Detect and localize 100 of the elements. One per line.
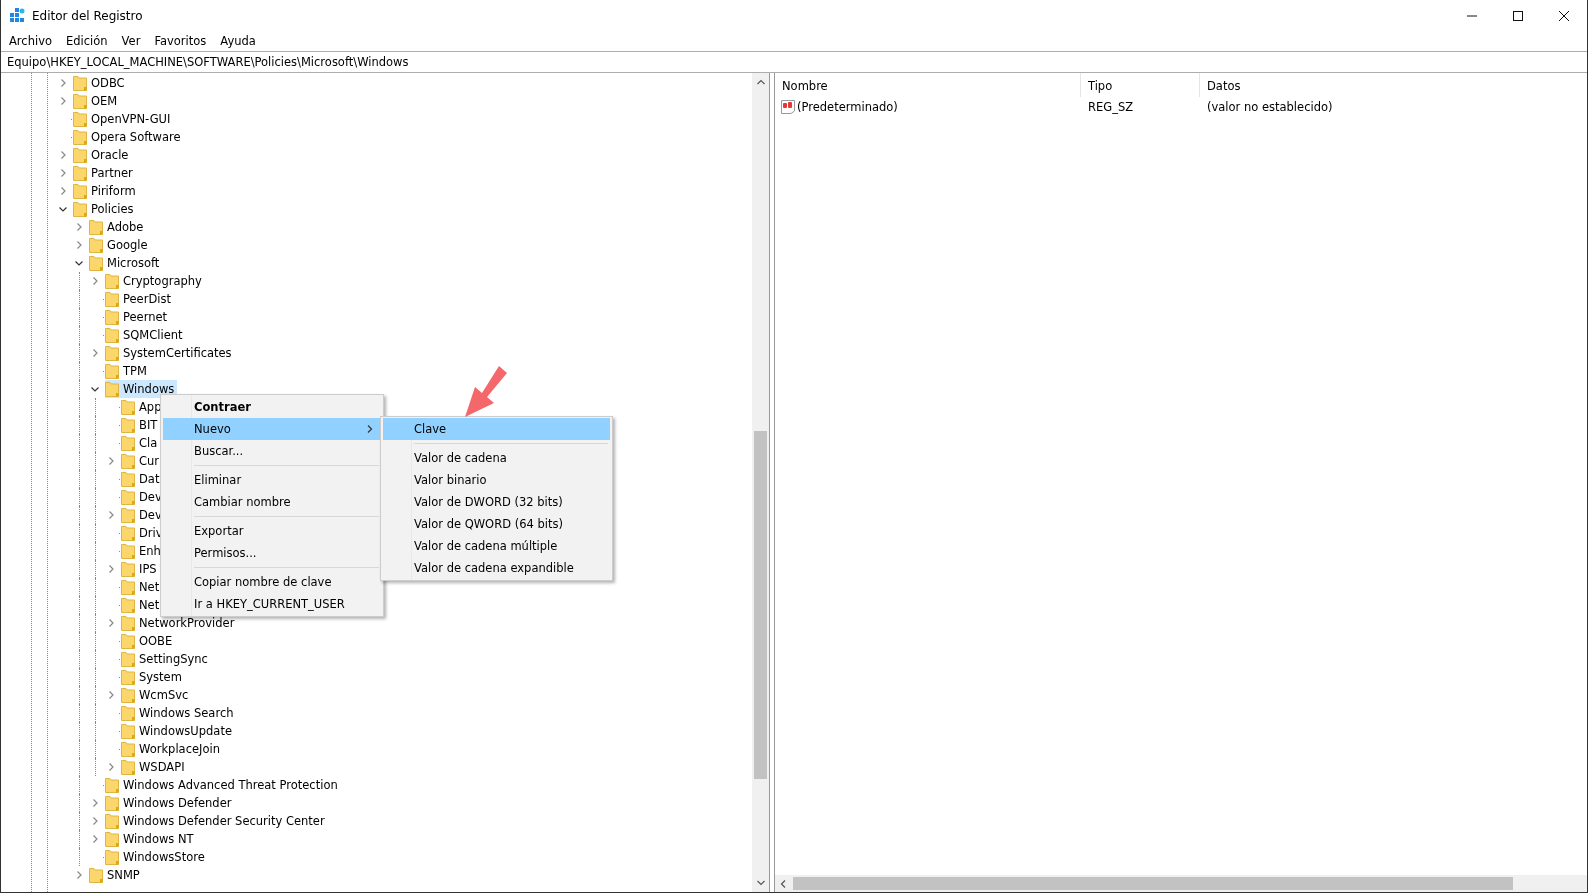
tree-item[interactable]: SNMP	[89, 866, 143, 884]
menu-item[interactable]: Archivo	[2, 34, 59, 48]
menu-item[interactable]: Nuevo	[163, 418, 381, 440]
expand-toggle-icon[interactable]	[59, 151, 67, 159]
close-icon[interactable]	[1559, 10, 1569, 21]
menu-item[interactable]: Cambiar nombre	[163, 491, 381, 513]
column-header[interactable]: Nombre	[775, 73, 1081, 97]
expand-toggle-icon[interactable]	[75, 871, 83, 879]
tree-item[interactable]: Windows	[105, 380, 178, 398]
expand-toggle-icon[interactable]	[107, 619, 115, 627]
folder-icon	[105, 345, 119, 361]
expand-toggle-icon[interactable]	[59, 169, 67, 177]
tree-item[interactable]: SettingSync	[121, 650, 211, 668]
tree-item[interactable]: Partner	[73, 164, 136, 182]
collapse-toggle-icon[interactable]	[91, 385, 99, 393]
folder-icon	[121, 525, 135, 541]
tree-item[interactable]: Windows Defender Security Center	[105, 812, 328, 830]
expand-toggle-icon[interactable]	[59, 79, 67, 87]
tree-item[interactable]: WindowsStore	[105, 848, 208, 866]
menu-item[interactable]: Exportar	[163, 520, 381, 542]
expand-toggle-icon[interactable]	[91, 277, 99, 285]
expand-toggle-icon[interactable]	[59, 187, 67, 195]
expand-toggle-icon[interactable]	[75, 241, 83, 249]
expand-toggle-icon[interactable]	[107, 511, 115, 519]
expand-toggle-icon[interactable]	[91, 349, 99, 357]
collapse-toggle-icon[interactable]	[59, 205, 67, 213]
folder-icon	[121, 651, 135, 667]
folder-icon	[121, 471, 135, 487]
folder-icon	[105, 381, 119, 397]
maximize-icon[interactable]	[1513, 10, 1523, 21]
folder-icon	[121, 615, 135, 631]
collapse-toggle-icon[interactable]	[75, 259, 83, 267]
folder-icon	[105, 273, 119, 289]
expand-toggle-icon[interactable]	[59, 97, 67, 105]
folder-icon	[121, 435, 135, 451]
column-header[interactable]: Tipo	[1081, 73, 1200, 97]
folder-icon	[121, 633, 135, 649]
column-header[interactable]: Datos	[1200, 73, 1587, 97]
menu-item[interactable]: Valor de cadena expandible	[383, 557, 610, 579]
menu-item[interactable]: Favoritos	[147, 34, 214, 48]
tree-item[interactable]: WindowsUpdate	[121, 722, 235, 740]
menu-item[interactable]: Valor de DWORD (32 bits)	[383, 491, 610, 513]
table-cell-text: REG_SZ	[1087, 100, 1135, 114]
scroll-down-icon[interactable]	[756, 879, 765, 887]
tree-item[interactable]: PeerDist	[105, 290, 174, 308]
menu-item[interactable]: Valor binario	[383, 469, 610, 491]
expand-toggle-icon[interactable]	[75, 223, 83, 231]
folder-icon	[121, 561, 135, 577]
folder-icon	[105, 831, 119, 847]
tree-item[interactable]: Dat	[121, 470, 163, 488]
expand-toggle-icon[interactable]	[107, 763, 115, 771]
folder-icon	[105, 309, 119, 325]
folder-icon	[89, 237, 103, 253]
string-value-icon	[780, 99, 796, 115]
menu-item[interactable]: Valor de cadena múltiple	[383, 535, 610, 557]
menu-item[interactable]: Valor de cadena	[383, 447, 610, 469]
menu-item[interactable]: Permisos...	[163, 542, 381, 564]
folder-icon	[73, 129, 87, 145]
menu-item[interactable]: Ver	[114, 34, 148, 48]
scrollbar-thumb[interactable]	[754, 431, 767, 779]
folder-icon	[73, 183, 87, 199]
tree-item[interactable]: BIT	[121, 416, 161, 434]
folder-icon	[121, 759, 135, 775]
registry-editor-icon	[9, 7, 25, 24]
menu-item[interactable]: Valor de QWORD (64 bits)	[383, 513, 610, 535]
scrollbar-thumb[interactable]	[793, 877, 1513, 890]
menu-item[interactable]: Edición	[59, 34, 115, 48]
folder-icon	[121, 579, 135, 595]
table-cell: (Predeterminado)	[797, 100, 898, 114]
expand-toggle-icon[interactable]	[107, 691, 115, 699]
folder-icon	[121, 687, 135, 703]
expand-toggle-icon[interactable]	[91, 817, 99, 825]
scroll-left-icon[interactable]	[779, 879, 787, 888]
table-cell-text: (valor no establecido)	[1206, 100, 1334, 114]
expand-toggle-icon[interactable]	[91, 799, 99, 807]
menu-item[interactable]: Buscar...	[163, 440, 381, 462]
tree-item[interactable]: SQMClient	[105, 326, 186, 344]
window-title: Editor del Registro	[32, 8, 143, 23]
menu-item[interactable]: Clave	[383, 418, 610, 440]
tree-item[interactable]: Windows NT	[105, 830, 197, 848]
folder-icon	[89, 867, 103, 883]
folder-icon	[121, 597, 135, 613]
expand-toggle-icon[interactable]	[91, 835, 99, 843]
folder-icon	[105, 849, 119, 865]
scroll-up-icon[interactable]	[756, 78, 765, 86]
address-field[interactable]: Equipo\HKEY_LOCAL_MACHINE\SOFTWARE\Policies\Microsoft\Windows	[1, 51, 1587, 73]
menu-item[interactable]: Eliminar	[163, 469, 381, 491]
menu-item[interactable]: Copiar nombre de clave	[163, 571, 381, 593]
menu-item[interactable]: Contraer	[163, 396, 381, 418]
expand-toggle-icon[interactable]	[107, 565, 115, 573]
folder-icon	[105, 777, 119, 793]
menu-item[interactable]: Ir a HKEY_CURRENT_USER	[163, 593, 381, 615]
tree-item[interactable]: WorkplaceJoin	[121, 740, 223, 758]
folder-icon	[105, 291, 119, 307]
tree-item[interactable]: Cryptography	[105, 272, 205, 290]
folder-icon	[89, 219, 103, 235]
menu-item[interactable]: Ayuda	[213, 34, 263, 48]
tree-item[interactable]: Windows Defender	[105, 794, 235, 812]
folder-icon	[121, 741, 135, 757]
expand-toggle-icon[interactable]	[107, 457, 115, 465]
